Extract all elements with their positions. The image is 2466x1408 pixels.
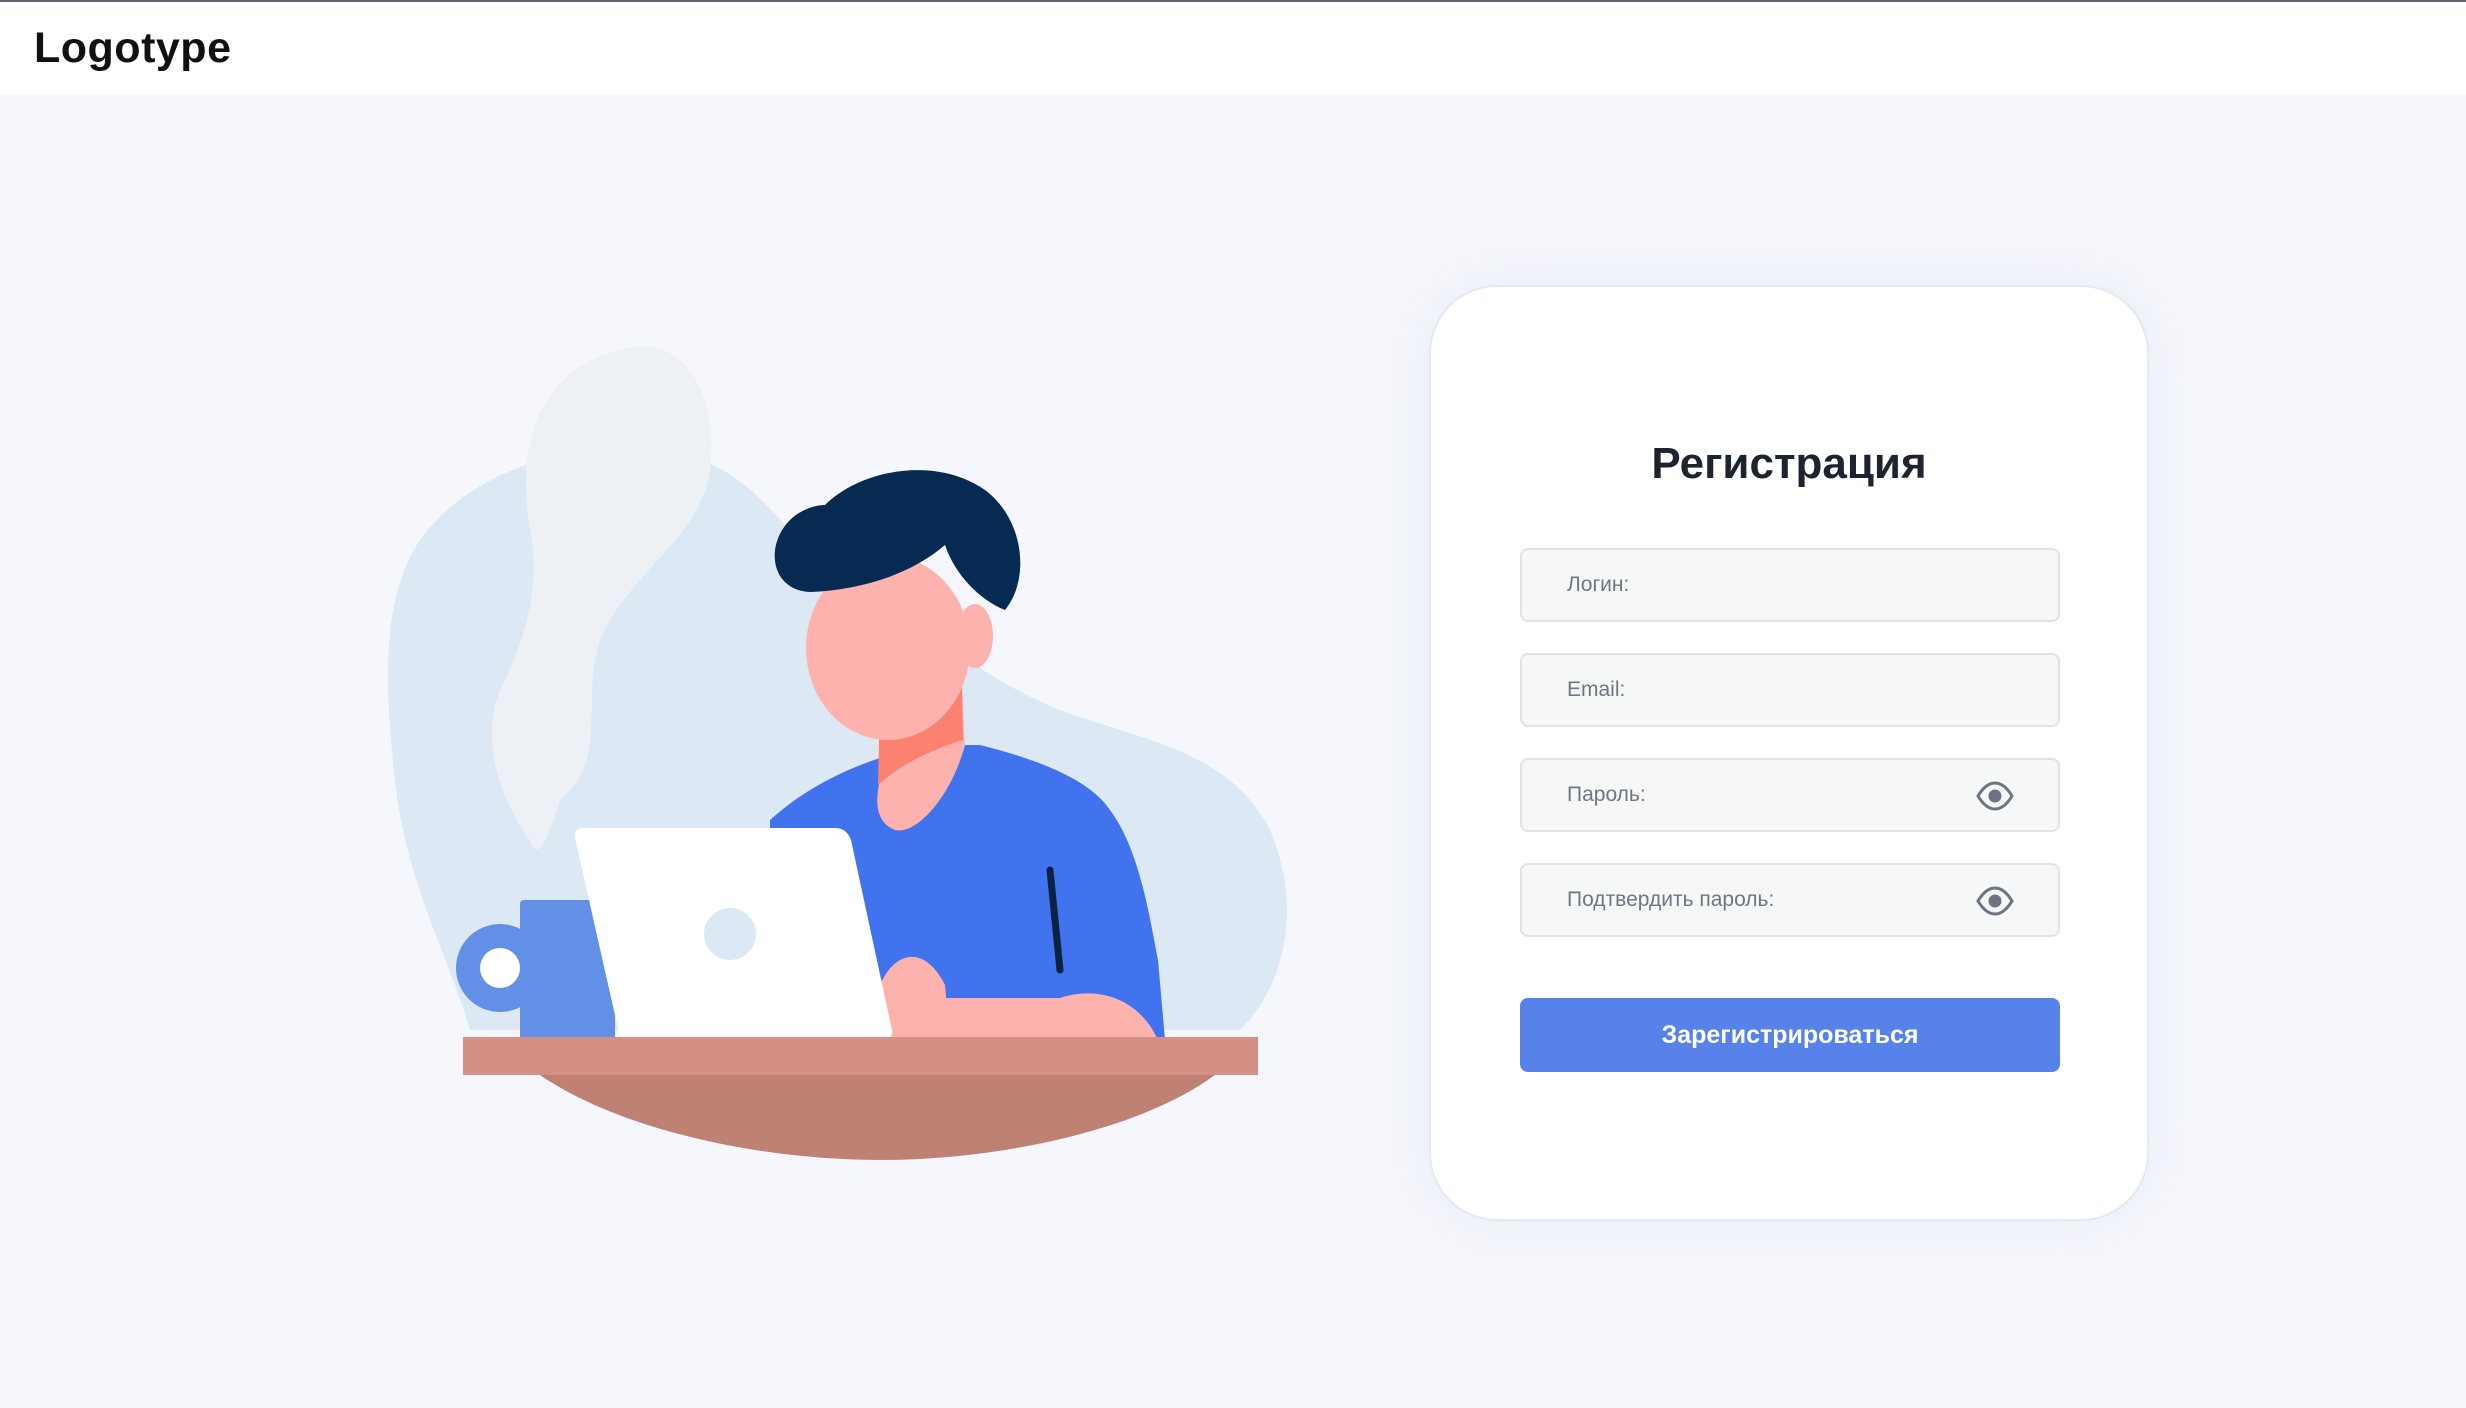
register-button[interactable]: Зарегистрироваться — [1520, 998, 2060, 1072]
login-input[interactable] — [1522, 550, 2058, 620]
email-field[interactable] — [1520, 653, 2060, 727]
eye-icon[interactable] — [1976, 886, 2014, 916]
logo[interactable]: Logotype — [34, 24, 231, 73]
form-title: Регистрация — [1651, 439, 1927, 488]
login-field[interactable] — [1520, 548, 2060, 622]
table-shadow — [540, 1075, 1215, 1160]
password-field[interactable] — [1520, 758, 2060, 832]
registration-card: Регистрация Зарегистрироваться — [1429, 285, 2149, 1221]
confirm-password-field[interactable] — [1520, 863, 2060, 937]
table — [463, 1037, 1258, 1075]
laptop-logo — [704, 908, 756, 960]
person-at-laptop-illustration — [387, 346, 1287, 1160]
email-input[interactable] — [1522, 655, 2058, 725]
eye-icon[interactable] — [1976, 781, 2014, 811]
header: Logotype — [0, 2, 2466, 95]
